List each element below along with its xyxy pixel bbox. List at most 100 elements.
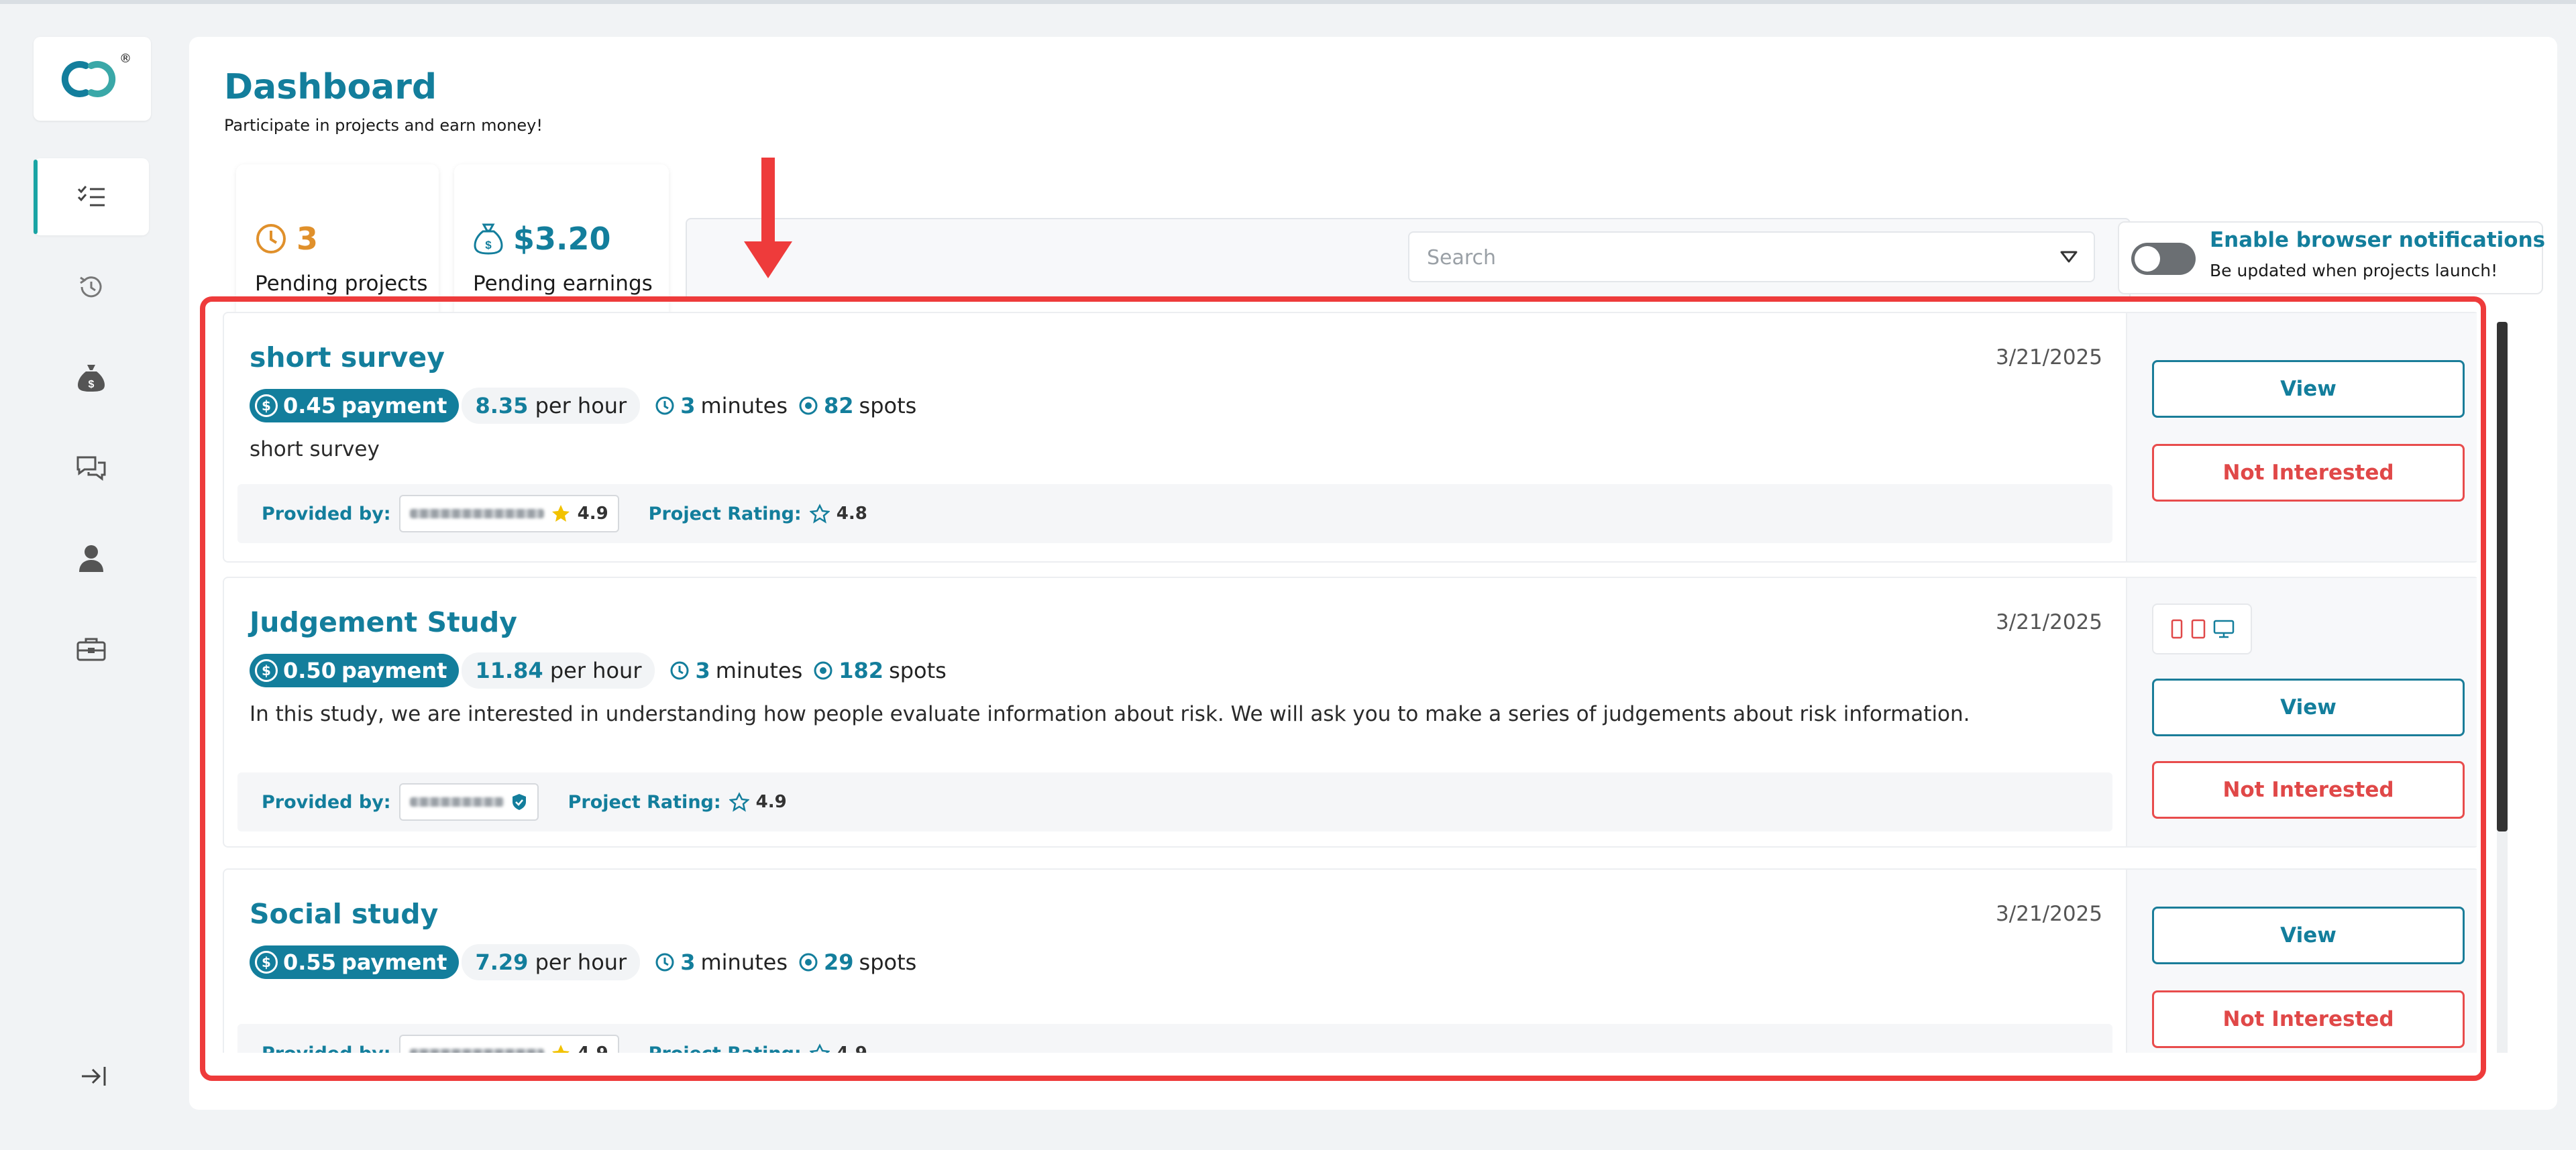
provider-chip[interactable]: 4.9 <box>398 1035 619 1053</box>
spots-suffix: spots <box>889 658 947 683</box>
duration-suffix: minutes <box>700 950 788 975</box>
provider-rating: 4.9 <box>578 1043 608 1053</box>
project-rating-label: Project Rating: <box>568 791 721 813</box>
duration-value: 3 <box>695 658 710 683</box>
provider-chip[interactable] <box>398 783 539 821</box>
payment-suffix: payment <box>341 658 447 683</box>
spots: 182 spots <box>813 658 947 683</box>
page-subtitle: Participate in projects and earn money! <box>224 116 543 135</box>
view-button[interactable]: View <box>2152 679 2465 736</box>
provider-bar: Provided by: Project Rating: 4.9 <box>237 772 2112 831</box>
sidebar-item-history[interactable] <box>34 248 149 325</box>
verified-shield-icon <box>512 794 526 810</box>
chat-icon <box>76 456 106 481</box>
logo-registered-mark: ® <box>119 52 131 66</box>
spots-suffix: spots <box>859 950 917 975</box>
view-button[interactable]: View <box>2152 907 2465 964</box>
duration-suffix: minutes <box>715 658 803 683</box>
dollar-coin-icon: $ <box>255 951 278 974</box>
history-icon <box>80 276 102 297</box>
payment-suffix: payment <box>341 393 447 418</box>
sidebar-item-earnings[interactable]: $ <box>34 339 149 416</box>
hourly-rate-value: 7.29 <box>475 950 529 975</box>
project-title[interactable]: short survey <box>250 341 445 373</box>
duration: 3 minutes <box>655 950 788 975</box>
project-rating: 4.8 <box>809 504 867 524</box>
money-bag-outline-icon: $ <box>474 223 503 255</box>
provider-bar: Provided by: 4.9 Project Rating: 4.8 <box>237 484 2112 543</box>
project-meta: $ 0.55 payment 7.29 per hour 3 minutes 2… <box>250 944 917 980</box>
provided-by-label: Provided by: <box>262 1043 391 1053</box>
hourly-rate-suffix: per hour <box>549 658 642 683</box>
not-interested-button[interactable]: Not Interested <box>2152 990 2465 1048</box>
payment-badge: $ 0.55 payment <box>250 945 460 979</box>
project-rating-label: Project Rating: <box>648 503 802 524</box>
project-title[interactable]: Social study <box>250 898 438 930</box>
spots-suffix: spots <box>859 393 917 418</box>
project-meta: $ 0.50 payment 11.84 per hour 3 minutes … <box>250 652 947 689</box>
project-card: short survey 3/21/2025 $ 0.45 payment 8.… <box>223 312 2477 563</box>
search-bar-container: Search <box>686 218 2131 301</box>
sidebar-item-projects[interactable] <box>34 158 149 235</box>
sidebar-item-tools[interactable] <box>34 610 149 687</box>
logo-icon <box>61 61 116 97</box>
hourly-rate: 7.29 per hour <box>462 944 641 980</box>
not-interested-button[interactable]: Not Interested <box>2152 444 2465 502</box>
star-outline-icon <box>809 1043 830 1053</box>
project-rating: 4.9 <box>809 1043 867 1053</box>
pending-earnings-label: Pending earnings <box>473 272 653 296</box>
duration: 3 minutes <box>655 393 788 418</box>
project-description: short survey <box>250 437 380 461</box>
sidebar-item-profile[interactable] <box>34 520 149 597</box>
collapse-right-icon <box>82 1067 106 1086</box>
star-filled-icon <box>551 505 570 522</box>
project-date: 3/21/2025 <box>1996 345 2102 369</box>
chevron-down-icon[interactable] <box>2059 249 2079 265</box>
project-list: short survey 3/21/2025 $ 0.45 payment 8.… <box>223 302 2477 1053</box>
duration-value: 3 <box>680 950 696 975</box>
phone-icon <box>2171 619 2182 639</box>
duration-value: 3 <box>680 393 696 418</box>
project-rating-value: 4.9 <box>755 792 787 812</box>
spots-value: 82 <box>824 393 854 418</box>
top-border <box>0 0 2576 4</box>
project-actions: View Not Interested <box>2126 578 2477 846</box>
project-rating: 4.9 <box>729 792 787 812</box>
notifications-subtitle: Be updated when projects launch! <box>2210 261 2498 280</box>
provider-chip[interactable]: 4.9 <box>398 495 619 532</box>
project-meta: $ 0.45 payment 8.35 per hour 3 minutes 8… <box>250 388 916 424</box>
project-rating-label: Project Rating: <box>649 1043 802 1053</box>
logo[interactable]: ® <box>34 37 151 121</box>
view-button[interactable]: View <box>2152 360 2465 418</box>
toggle-knob <box>2135 246 2160 272</box>
search-input[interactable]: Search <box>1408 231 2095 282</box>
not-interested-button[interactable]: Not Interested <box>2152 761 2465 819</box>
pending-projects-label: Pending projects <box>255 272 428 296</box>
provided-by-label: Provided by: <box>262 791 391 813</box>
user-icon <box>79 544 103 572</box>
project-title[interactable]: Judgement Study <box>250 606 517 638</box>
briefcase-icon <box>76 638 106 660</box>
sidebar-item-messages[interactable] <box>34 429 149 506</box>
provider-name-redacted <box>409 1049 544 1053</box>
scrollbar-thumb[interactable] <box>2497 322 2508 831</box>
clock-icon <box>655 396 674 415</box>
provider-name-redacted <box>409 797 504 807</box>
target-icon <box>799 396 818 415</box>
project-date: 3/21/2025 <box>1996 902 2102 926</box>
sidebar: ® $ <box>0 0 168 1150</box>
project-actions: View Not Interested <box>2126 313 2477 561</box>
project-rating-value: 4.9 <box>837 1043 867 1053</box>
clock-icon <box>670 661 689 680</box>
star-filled-icon <box>551 1045 570 1053</box>
payment-amount: 0.45 <box>283 393 336 418</box>
spots: 82 spots <box>798 393 916 418</box>
sidebar-collapse-button[interactable] <box>74 1059 114 1093</box>
notifications-toggle[interactable] <box>2131 243 2196 275</box>
hourly-rate: 8.35 per hour <box>462 388 641 424</box>
payment-badge: $ 0.45 payment <box>250 389 460 422</box>
star-outline-icon <box>729 792 749 812</box>
provider-name-redacted <box>409 509 544 518</box>
star-outline-icon <box>809 504 830 524</box>
page-title: Dashboard <box>224 67 437 107</box>
